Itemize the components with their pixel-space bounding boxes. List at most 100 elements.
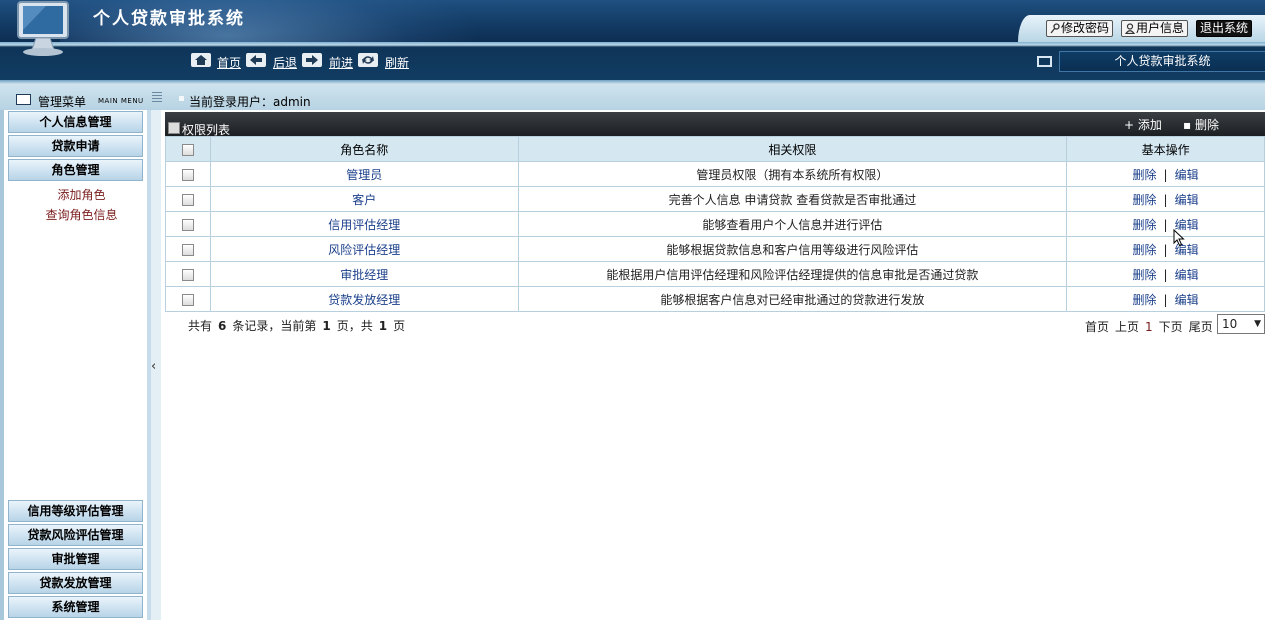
role-table: 角色名称 相关权限 基本操作 管理员 管理员权限（拥有本系统所有权限） 删除 | 编…	[165, 136, 1265, 312]
sidebar-item-role-manage[interactable]: 角色管理	[8, 159, 143, 181]
row-delete-link[interactable]: 删除	[1133, 268, 1157, 282]
system-name-box: 个人贷款审批系统	[1059, 51, 1265, 72]
row-checkbox[interactable]	[181, 243, 194, 256]
row-edit-link[interactable]: 编辑	[1175, 293, 1199, 307]
row-edit-link[interactable]: 编辑	[1175, 168, 1199, 182]
role-name-link[interactable]: 信用评估经理	[209, 211, 519, 237]
sidebar-item-credit-eval[interactable]: 信用等级评估管理	[8, 500, 143, 522]
table-row: 客户 完善个人信息 申请贷款 查看贷款是否审批通过 删除 | 编辑	[165, 186, 1265, 212]
next-page-link[interactable]: 下页	[1159, 320, 1183, 334]
page-number[interactable]: 1	[1145, 320, 1153, 334]
menu-lines-icon[interactable]	[152, 92, 162, 102]
user-icon	[1124, 23, 1136, 35]
role-name-link[interactable]: 风险评估经理	[209, 236, 519, 262]
total-count: 6	[218, 319, 227, 333]
sidebar-item-personal-info[interactable]: 个人信息管理	[8, 111, 143, 133]
row-delete-link[interactable]: 删除	[1133, 168, 1157, 182]
sidebar-item-system[interactable]: 系统管理	[8, 596, 143, 618]
home-icon[interactable]	[191, 53, 211, 67]
table-row: 风险评估经理 能够根据贷款信息和客户信用等级进行风险评估 删除 | 编辑	[165, 236, 1265, 262]
sidebar-sub-add-role[interactable]: 添加角色	[4, 186, 159, 203]
row-delete-link[interactable]: 删除	[1133, 193, 1157, 207]
row-edit-link[interactable]: 编辑	[1175, 193, 1199, 207]
row-checkbox[interactable]	[181, 268, 194, 281]
op-separator: |	[1163, 217, 1168, 232]
role-name-link[interactable]: 管理员	[209, 161, 519, 187]
sidebar-item-disbursement[interactable]: 贷款发放管理	[8, 572, 143, 594]
user-info-button[interactable]: 用户信息	[1121, 20, 1189, 37]
role-permission: 完善个人信息 申请贷款 查看贷款是否审批通过	[517, 186, 1068, 212]
key-icon	[1050, 23, 1060, 34]
screen-icon	[1037, 56, 1052, 67]
sidebar-sub-query-role[interactable]: 查询角色信息	[4, 206, 159, 223]
role-permission: 能够根据贷款信息和客户信用等级进行风险评估	[517, 236, 1068, 262]
current-page: 1	[322, 319, 331, 333]
table-row: 信用评估经理 能够查看用户个人信息并进行评估 删除 | 编辑	[165, 211, 1265, 237]
menu-title: 管理菜单	[38, 95, 87, 109]
column-header: 角色名称	[209, 136, 519, 162]
table-header-row: 角色名称 相关权限 基本操作	[165, 136, 1265, 162]
role-permission: 能根据用户信用评估经理和风险评估经理提供的信息审批是否通过贷款	[517, 261, 1068, 287]
row-checkbox[interactable]	[181, 218, 194, 231]
first-page-link[interactable]: 首页	[1085, 320, 1109, 334]
sidebar-item-loan-apply[interactable]: 贷款申请	[8, 135, 143, 157]
monitor-logo-icon	[17, 1, 69, 56]
column-header: 相关权限	[517, 136, 1068, 162]
op-separator: |	[1163, 242, 1168, 257]
refresh-icon[interactable]	[358, 53, 378, 67]
select-all-checkbox[interactable]	[181, 143, 194, 156]
bullet-icon	[179, 96, 184, 101]
mouse-cursor-icon	[1173, 229, 1185, 247]
change-password-button[interactable]: 修改密码	[1046, 20, 1114, 37]
row-delete-link[interactable]: 删除	[1133, 243, 1157, 257]
trash-icon: ▪	[1183, 118, 1195, 132]
op-separator: |	[1163, 267, 1168, 282]
row-checkbox[interactable]	[181, 193, 194, 206]
row-checkbox[interactable]	[181, 293, 194, 306]
prev-page-link[interactable]: 上页	[1115, 320, 1139, 334]
role-permission: 能够根据客户信息对已经审批通过的贷款进行发放	[517, 286, 1068, 312]
sidebar-item-risk-eval[interactable]: 贷款风险评估管理	[8, 524, 143, 546]
role-name-link[interactable]: 客户	[209, 186, 519, 212]
pager-controls: 首页 上页 1 下页 尾页	[1085, 318, 1219, 335]
op-separator: |	[1163, 167, 1168, 182]
logout-button[interactable]: 退出系统	[1196, 20, 1253, 37]
nav-back-link[interactable]: 后退	[273, 54, 297, 71]
op-separator: |	[1163, 192, 1168, 207]
chevron-left-icon[interactable]: ‹	[151, 359, 156, 374]
list-icon	[168, 122, 180, 134]
total-pages: 1	[378, 319, 388, 333]
menu-panel-icon	[16, 94, 31, 105]
pager-summary: 共有 6 条记录，当前第 1 页，共 1 页	[188, 319, 406, 333]
last-page-link[interactable]: 尾页	[1189, 320, 1213, 334]
row-delete-link[interactable]: 删除	[1133, 293, 1157, 307]
role-permission: 能够查看用户个人信息并进行评估	[517, 211, 1068, 237]
role-name-link[interactable]: 审批经理	[209, 261, 519, 287]
system-title: 个人贷款审批系统	[93, 9, 245, 29]
chevron-down-icon: ▼	[1254, 319, 1261, 329]
menu-title-en: MAIN MENU	[98, 97, 144, 105]
nav-home-link[interactable]: 首页	[217, 54, 241, 71]
select-all-cell	[165, 136, 211, 162]
nav-refresh-link[interactable]: 刷新	[385, 54, 409, 71]
delete-button[interactable]: ▪ 删除	[1183, 116, 1219, 133]
sidebar-item-approval[interactable]: 审批管理	[8, 548, 143, 570]
back-arrow-icon[interactable]	[246, 53, 266, 67]
column-header: 基本操作	[1066, 136, 1265, 162]
row-delete-link[interactable]: 删除	[1133, 218, 1157, 232]
nav-forward-link[interactable]: 前进	[329, 54, 353, 71]
op-separator: |	[1163, 292, 1168, 307]
role-permission: 管理员权限（拥有本系统所有权限）	[517, 161, 1068, 187]
forward-arrow-icon[interactable]	[302, 53, 322, 67]
plus-icon: +	[1124, 118, 1138, 132]
role-name-link[interactable]: 贷款发放经理	[209, 286, 519, 312]
add-button[interactable]: + 添加	[1124, 116, 1162, 133]
page-size-select[interactable]: 10 ▼	[1217, 314, 1265, 334]
table-row: 管理员 管理员权限（拥有本系统所有权限） 删除 | 编辑	[165, 161, 1265, 187]
table-row: 审批经理 能根据用户信用评估经理和风险评估经理提供的信息审批是否通过贷款 删除 |…	[165, 261, 1265, 287]
row-checkbox[interactable]	[181, 168, 194, 181]
list-header	[165, 112, 1265, 136]
row-edit-link[interactable]: 编辑	[1175, 268, 1199, 282]
table-row: 贷款发放经理 能够根据客户信息对已经审批通过的贷款进行发放 删除 | 编辑	[165, 286, 1265, 312]
sidebar: 个人信息管理 贷款申请 角色管理 添加角色 查询角色信息 信用等级评估管理 贷款…	[4, 110, 151, 620]
